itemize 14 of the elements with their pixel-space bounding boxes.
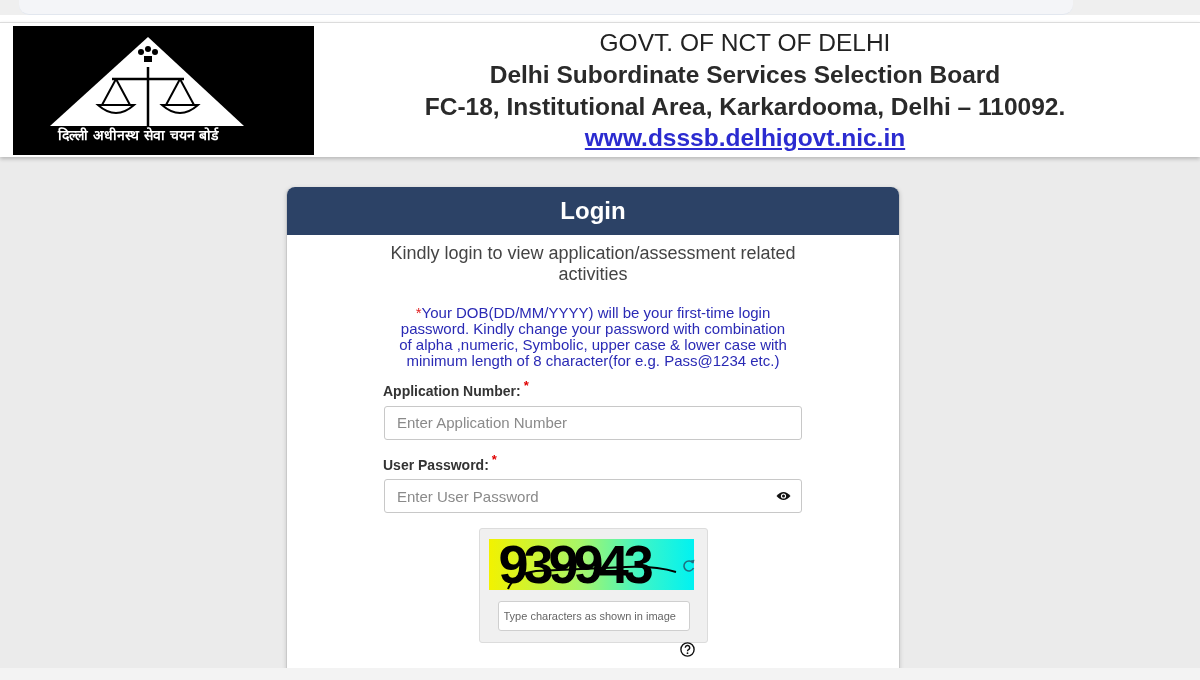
board-name: Delhi Subordinate Services Selection Board [489, 60, 1001, 90]
help-icon[interactable] [679, 642, 695, 658]
website-link[interactable]: www.dsssb.delhigovt.nic.in [584, 123, 906, 153]
input-field[interactable]: Enter Application Number [384, 405, 802, 440]
logo-tagline: दिल्ली अधीनस्थ सेवा चयन बोर्ड [58, 126, 219, 143]
eye-icon[interactable] [776, 491, 791, 502]
card-title: Login [560, 197, 626, 225]
password-field[interactable]: Enter User Password [384, 479, 802, 514]
address-line: FC-18, Institutional Area, Karkardooma, Delhi – 110092. [424, 92, 1066, 122]
header-title: GOVT. OF NCT OF DELHI [599, 28, 891, 58]
refresh-icon[interactable] [681, 559, 695, 574]
captcha-field[interactable]: Type characters as shown in image [497, 601, 690, 632]
intro-text: Kindly login to view application/assessment related activities [389, 243, 797, 285]
password-note: *Your DOB(DD/MM/YYYY) will be your first-time login password. Kindly change your password with combination of alpha ,numeric, Symbolic, upper case & lower case with minimum length of 8 character(for e.g. Pass@1234 etc.) [398, 305, 788, 369]
